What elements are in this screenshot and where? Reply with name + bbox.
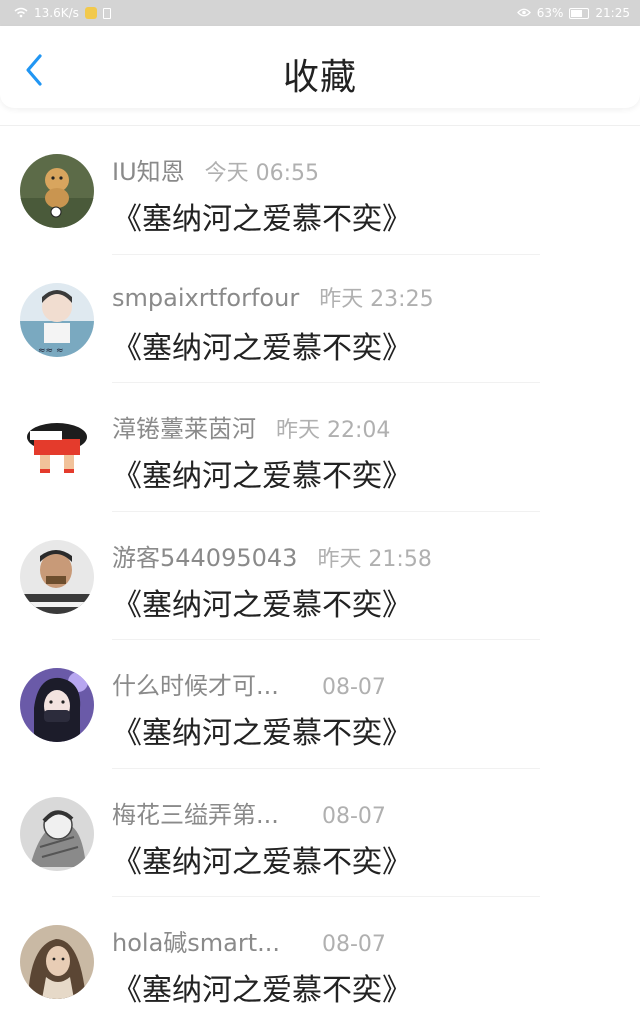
list-item[interactable]: 什么时候才可... 08-07 《塞纳河之爱慕不奕》 xyxy=(0,640,640,769)
network-speed: 13.6K/s xyxy=(34,6,79,20)
clock: 21:25 xyxy=(595,6,630,20)
item-meta: hola碱smart... 08-07 xyxy=(112,923,386,958)
timestamp: 今天 06:55 xyxy=(204,161,320,186)
item-meta: smpaixrtforfour 昨天 23:25 xyxy=(112,281,434,313)
sim-icon xyxy=(102,7,111,19)
battery-icon xyxy=(569,7,590,19)
timestamp: 08-07 xyxy=(322,675,386,700)
status-bar: 13.6K/s 63% 21:25 xyxy=(0,0,640,26)
timestamp: 昨天 21:58 xyxy=(317,546,432,572)
user-name[interactable]: 梅花三缢弄第... xyxy=(112,795,302,830)
item-meta: 梅花三缢弄第... 08-07 xyxy=(112,795,386,830)
timestamp: 08-07 xyxy=(322,932,386,957)
item-meta: 漳锩薹莱茵河 昨天 22:04 xyxy=(112,409,391,444)
list-item[interactable]: 梅花三缢弄第... 08-07 《塞纳河之爱慕不奕》 xyxy=(0,769,640,897)
app-notification-icon xyxy=(84,7,97,19)
status-left: 13.6K/s xyxy=(14,6,111,20)
favorite-content[interactable]: 《塞纳河之爱慕不奕》 xyxy=(112,194,412,238)
user-name[interactable]: smpaixrtforfour xyxy=(112,284,299,312)
eye-icon xyxy=(516,7,531,19)
avatar[interactable] xyxy=(20,539,94,614)
user-name[interactable]: IU知恩 xyxy=(112,152,185,187)
timestamp: 08-07 xyxy=(322,803,386,829)
item-meta: 什么时候才可... 08-07 xyxy=(112,666,386,701)
avatar[interactable]: ≈≈ ≈ xyxy=(20,282,94,357)
status-right: 63% 21:25 xyxy=(516,6,630,20)
header: 收藏 xyxy=(0,26,640,108)
favorites-list: IU知恩 今天 06:55 《塞纳河之爱慕不奕》 ≈≈ ≈ smpaixrtfo… xyxy=(0,126,640,1026)
avatar[interactable] xyxy=(20,925,94,999)
list-item[interactable]: IU知恩 今天 06:55 《塞纳河之爱慕不奕》 xyxy=(0,126,640,255)
list-item[interactable]: 漳锩薹莱茵河 昨天 22:04 《塞纳河之爱慕不奕》 xyxy=(0,383,640,512)
user-name[interactable]: hola碱smart... xyxy=(112,923,302,958)
favorite-content[interactable]: 《塞纳河之爱慕不奕》 xyxy=(112,965,412,1009)
page-title: 收藏 xyxy=(282,57,357,98)
avatar[interactable] xyxy=(20,411,94,485)
item-meta: IU知恩 今天 06:55 xyxy=(112,152,320,187)
avatar[interactable] xyxy=(20,668,94,742)
list-item[interactable]: 游客544095043 昨天 21:58 《塞纳河之爱慕不奕》 xyxy=(0,512,640,640)
timestamp: 昨天 22:04 xyxy=(276,418,391,443)
avatar[interactable] xyxy=(20,796,94,871)
list-item[interactable]: hola碱smart... 08-07 《塞纳河之爱慕不奕》 xyxy=(0,897,640,1026)
user-name[interactable]: 游客544095043 xyxy=(112,538,297,573)
favorite-content[interactable]: 《塞纳河之爱慕不奕》 xyxy=(112,837,412,881)
favorite-content[interactable]: 《塞纳河之爱慕不奕》 xyxy=(112,580,412,624)
timestamp: 昨天 23:25 xyxy=(319,286,434,312)
svg-text:≈≈ ≈: ≈≈ ≈ xyxy=(38,346,63,356)
favorite-content[interactable]: 《塞纳河之爱慕不奕》 xyxy=(112,708,412,752)
favorite-content[interactable]: 《塞纳河之爱慕不奕》 xyxy=(112,323,412,367)
battery-percent: 63% xyxy=(536,6,564,20)
favorite-content[interactable]: 《塞纳河之爱慕不奕》 xyxy=(112,451,412,495)
user-name[interactable]: 什么时候才可... xyxy=(112,666,302,701)
wifi-icon xyxy=(14,7,28,20)
user-name[interactable]: 漳锩薹莱茵河 xyxy=(112,409,256,444)
list-item[interactable]: ≈≈ ≈ smpaixrtforfour 昨天 23:25 《塞纳河之爱慕不奕》 xyxy=(0,255,640,383)
item-meta: 游客544095043 昨天 21:58 xyxy=(112,538,432,573)
avatar[interactable] xyxy=(20,154,94,228)
